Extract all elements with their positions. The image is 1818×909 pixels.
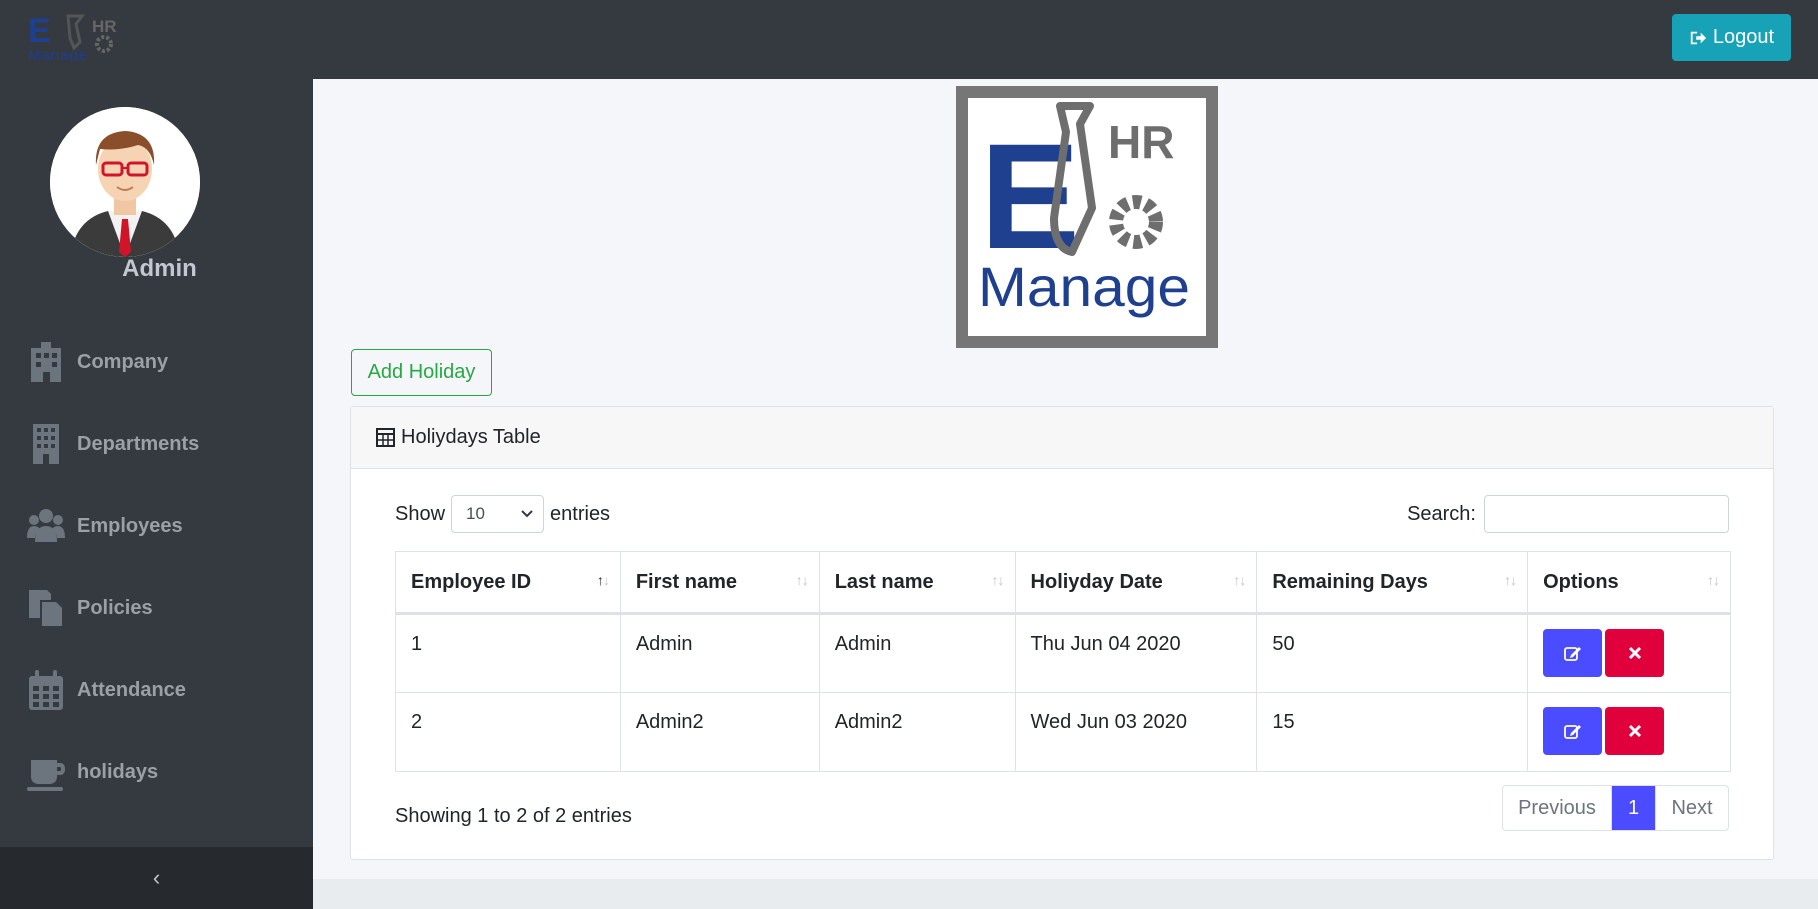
sidebar-item-policies[interactable]: Policies [0,567,313,649]
sidebar: Admin Company Departments Employees Poli… [0,79,313,909]
top-navbar: E HR Manage Logout [0,0,1818,79]
search-input[interactable] [1484,495,1729,533]
table-row: 1 Admin Admin Thu Jun 04 2020 50 [395,613,1731,693]
chevron-left-icon: ‹ [152,865,161,890]
cell-first-name: Admin [619,613,820,693]
show-label: Show [395,502,446,525]
delete-button[interactable] [1605,707,1665,755]
pagination-previous[interactable]: Previous [1503,786,1612,830]
holidays-card: Holiydays Table Show 10 entries Search: … [350,406,1774,860]
cell-employee-id: 2 [395,692,621,772]
entries-select[interactable]: 10 [451,495,545,533]
sidebar-item-holidays[interactable]: holidays [0,731,313,813]
sidebar-collapse-button[interactable]: ‹ [0,847,313,909]
close-icon [1628,646,1641,660]
svg-text:E: E [28,12,51,50]
users-icon [26,504,66,548]
cell-holiday-date: Thu Jun 04 2020 [1014,613,1258,693]
svg-text:Manage: Manage [28,47,88,62]
table-header-row: Employee ID ↑↓ First name ↑↓ Last name ↑↓ H… [395,551,1731,615]
user-name: Admin [122,255,197,282]
delete-button[interactable] [1605,629,1665,677]
sort-icon: ↑↓ [1504,572,1517,588]
column-header-last-name[interactable]: Last name ↑↓ [818,551,1016,615]
brand-logo[interactable]: E HR Manage [28,12,144,64]
cell-employee-id: 1 [395,613,621,693]
column-header-holiday-date[interactable]: Holiyday Date ↑↓ [1014,551,1258,615]
pagination-next[interactable]: Next [1655,786,1728,830]
chevron-down-icon [521,510,533,518]
main-logo: E HR Manage [956,86,1218,348]
cell-remaining-days: 50 [1256,613,1529,693]
sidebar-item-employees[interactable]: Employees [0,485,313,567]
sidebar-item-attendance[interactable]: Attendance [0,649,313,731]
entries-value: 10 [466,504,485,523]
entries-length-control: Show 10 entries [395,495,610,533]
sidebar-item-company[interactable]: Company [0,321,313,403]
sidebar-item-label: Employees [77,514,183,537]
sort-asc-icon: ↑↓ [596,572,610,588]
footer [313,879,1818,909]
card-header: Holiydays Table [351,407,1773,469]
table-search: Search: [1407,495,1729,533]
sidebar-item-departments[interactable]: Departments [0,403,313,485]
copy-icon [26,586,66,630]
svg-text:HR: HR [92,17,117,36]
edit-button[interactable] [1543,629,1603,677]
svg-text:Manage: Manage [978,255,1190,318]
table-row: 2 Admin2 Admin2 Wed Jun 03 2020 15 [395,692,1731,772]
entries-label: entries [550,502,611,525]
sidebar-item-label: holidays [77,760,159,783]
search-label: Search: [1407,502,1476,525]
edit-button[interactable] [1543,707,1603,755]
sort-icon: ↑↓ [1233,572,1246,588]
avatar[interactable] [50,107,200,257]
coffee-icon [26,750,66,794]
cell-options [1527,692,1731,772]
cell-options [1527,613,1731,693]
logout-button[interactable]: Logout [1672,14,1791,61]
sidebar-item-label: Company [77,350,169,373]
edit-icon [1563,725,1581,739]
table-info: Showing 1 to 2 of 2 entries [395,805,632,827]
cell-holiday-date: Wed Jun 03 2020 [1014,692,1258,772]
sidebar-nav: Company Departments Employees Policies A… [0,321,313,813]
svg-text:HR: HR [1108,116,1174,168]
cell-remaining-days: 15 [1256,692,1529,772]
cell-last-name: Admin [818,613,1016,693]
sidebar-item-label: Policies [77,596,153,619]
edit-icon [1563,647,1581,661]
sort-icon: ↑↓ [1707,572,1720,588]
pagination: Previous 1 Next [1502,785,1729,831]
column-header-first-name[interactable]: First name ↑↓ [619,551,820,615]
sign-out-icon [1690,31,1707,44]
sidebar-item-label: Attendance [77,678,186,701]
sort-icon: ↑↓ [991,572,1005,588]
add-holiday-button[interactable]: Add Holiday [351,349,492,396]
calendar-icon [26,668,66,712]
column-header-options[interactable]: Options ↑↓ [1527,551,1731,615]
column-header-employee-id[interactable]: Employee ID ↑↓ [395,551,621,615]
holidays-table: Employee ID ↑↓ First name ↑↓ Last name ↑↓ H… [395,551,1731,772]
close-icon [1628,724,1641,738]
card-title: Holiydays Table [401,426,541,448]
table-icon [376,428,395,447]
pagination-page-1[interactable]: 1 [1612,786,1655,830]
sort-icon: ↑↓ [795,572,809,588]
cell-first-name: Admin2 [619,692,820,772]
column-header-remaining-days[interactable]: Remaining Days ↑↓ [1256,551,1529,615]
sidebar-item-label: Departments [77,432,200,455]
building-icon [26,340,66,384]
cell-last-name: Admin2 [818,692,1016,772]
logout-label: Logout [1712,26,1775,48]
office-building-icon [26,422,66,466]
